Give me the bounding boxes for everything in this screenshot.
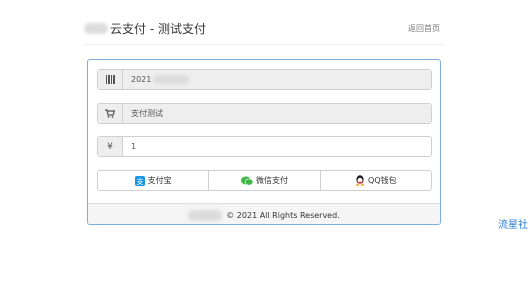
page-title: 云支付 - 测试支付 [84,20,206,37]
header-divider [84,44,444,45]
wechat-pay-label: 微信支付 [255,176,288,185]
copyright-text: © 2021 All Rights Reserved. [226,210,340,220]
side-watermark-text[interactable]: 流星社 [498,216,528,231]
payment-panel: 2021 支付测试 ¥ 1 支 支付宝 微信支付 QQ钱包 © 2021 All… [87,59,441,225]
amount-value: 1 [131,142,137,151]
redacted-footer-brand [188,209,223,221]
yen-icon: ¥ [98,137,123,156]
qq-icon [355,175,365,186]
product-name-value: 支付测试 [131,109,163,118]
product-name-row: 支付测试 [97,103,432,124]
home-link[interactable]: 返回首页 [408,23,440,34]
panel-footer: © 2021 All Rights Reserved. [88,203,440,224]
alipay-icon: 支 [134,175,145,186]
redacted-brand [84,23,108,34]
amount-input[interactable]: 1 [123,137,431,156]
wechat-icon [240,176,253,186]
qq-wallet-label: QQ钱包 [368,176,397,185]
order-number-row: 2021 [97,69,432,90]
payment-method-bar: 支 支付宝 微信支付 QQ钱包 [97,170,432,191]
svg-text:支: 支 [136,176,143,185]
order-number-value: 2021 [131,75,152,84]
product-name-field[interactable]: 支付测试 [123,104,431,123]
order-number-field[interactable]: 2021 [123,70,431,89]
alipay-button[interactable]: 支 支付宝 [98,171,209,190]
wechat-pay-button[interactable]: 微信支付 [208,171,320,190]
barcode-icon [98,70,123,89]
redacted-order-number [153,75,190,84]
cart-icon [98,104,123,123]
amount-row: ¥ 1 [97,136,432,157]
page-title-text: 云支付 - 测试支付 [110,22,206,36]
alipay-label: 支付宝 [147,176,172,185]
qq-wallet-button[interactable]: QQ钱包 [319,171,431,190]
